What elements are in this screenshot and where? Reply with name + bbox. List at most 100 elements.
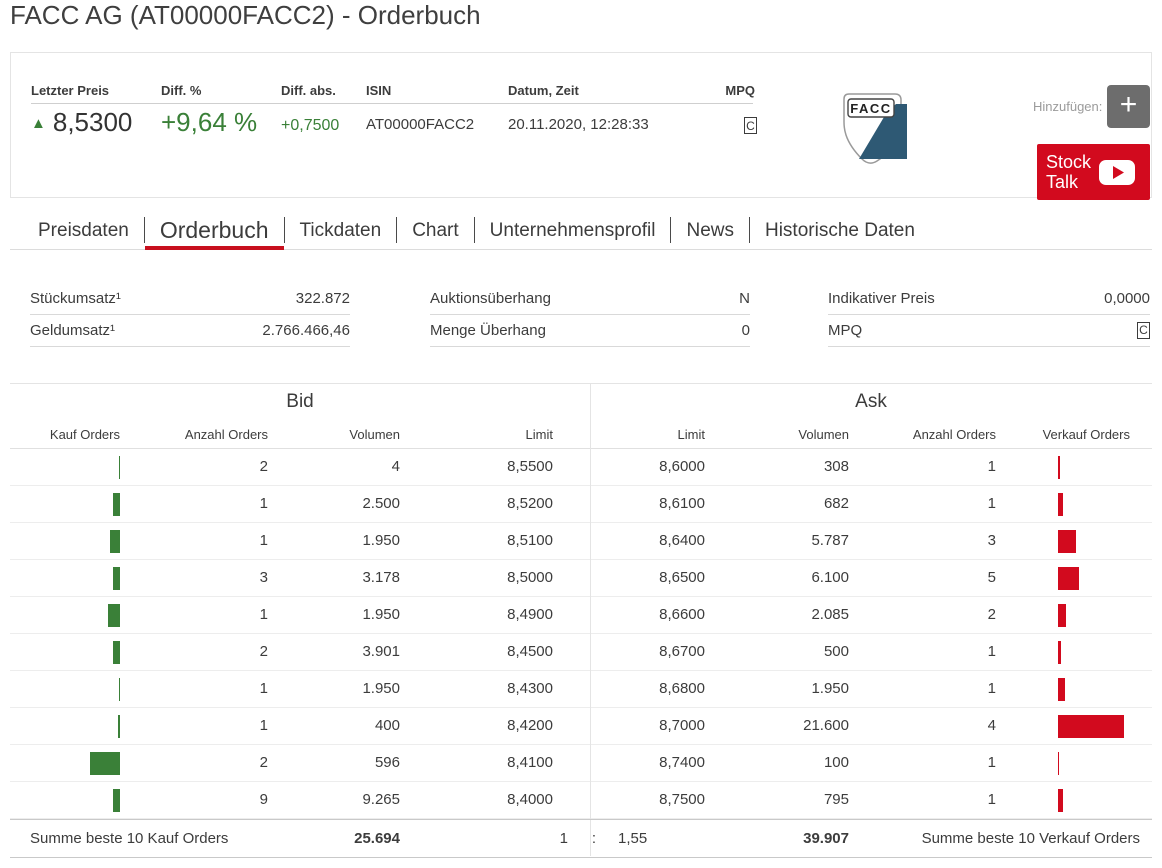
ask-volume-bar xyxy=(1058,567,1079,590)
bid-volumen: 3.178 xyxy=(268,560,400,596)
plus-icon: + xyxy=(1120,88,1138,121)
bid-side: 1 400 8,4200 xyxy=(10,708,590,744)
diff-abs-label: Diff. abs. xyxy=(281,83,336,98)
ask-anzahl-orders: 1 xyxy=(849,745,996,781)
ask-anzahl-orders: 1 xyxy=(849,782,996,818)
ask-side: 8,6500 6.100 5 xyxy=(590,560,1152,596)
stock-talk-button[interactable]: Stock Talk xyxy=(1037,144,1150,200)
ask-limit: 8,7400 xyxy=(590,745,705,781)
orderbook-rows: 2 4 8,5500 8,6000 308 1 1 2.500 8,5200 8… xyxy=(10,449,1152,819)
ask-volume-bar xyxy=(1058,789,1063,812)
bid-column-header-anzahl-orders: Anzahl Orders xyxy=(120,421,268,448)
bid-anzahl-orders: 2 xyxy=(120,745,268,781)
ask-bar-cell xyxy=(996,597,1152,633)
ask-anzahl-orders: 1 xyxy=(849,449,996,485)
diff-percent-value: +9,64 % xyxy=(161,107,257,138)
bid-limit: 8,4900 xyxy=(400,597,553,633)
ask-side: 8,6700 500 1 xyxy=(590,634,1152,670)
ratio-ask-value: 1,55 xyxy=(618,820,647,857)
bid-side: 3 3.178 8,5000 xyxy=(10,560,590,596)
bid-bar-cell xyxy=(10,782,120,818)
orderbook-row: 1 1.950 8,4900 8,6600 2.085 2 xyxy=(10,597,1152,634)
bid-side: 2 3.901 8,4500 xyxy=(10,634,590,670)
stock-talk-label: Stock Talk xyxy=(1046,152,1091,192)
tab-tickdaten[interactable]: Tickdaten xyxy=(285,220,397,249)
stats-section: Stückumsatz¹ 322.872 Geldumsatz¹ 2.766.4… xyxy=(30,283,1150,347)
ask-volume-bar xyxy=(1058,530,1076,553)
bid-volumen: 2.500 xyxy=(268,486,400,522)
tab-orderbuch[interactable]: Orderbuch xyxy=(145,217,284,249)
ask-volume-bar xyxy=(1058,456,1060,479)
bid-limit: 8,5000 xyxy=(400,560,553,596)
bid-limit: 8,4500 xyxy=(400,634,553,670)
ask-limit: 8,7500 xyxy=(590,782,705,818)
bid-bar-cell xyxy=(10,486,120,522)
bid-volume-bar xyxy=(110,530,120,553)
tab-preisdaten[interactable]: Preisdaten xyxy=(23,220,144,249)
ask-side: 8,7400 100 1 xyxy=(590,745,1152,781)
ask-side: 8,7500 795 1 xyxy=(590,782,1152,818)
bid-volume-bar xyxy=(108,604,120,627)
ask-limit: 8,6100 xyxy=(590,486,705,522)
ratio-separator: : xyxy=(588,820,600,857)
bid-side: 1 1.950 8,4300 xyxy=(10,671,590,707)
orderbook-row: 2 4 8,5500 8,6000 308 1 xyxy=(10,449,1152,486)
quote-header-divider xyxy=(31,103,753,104)
bid-volumen: 4 xyxy=(268,449,400,485)
ask-bar-cell xyxy=(996,782,1152,818)
ask-limit: 8,6000 xyxy=(590,449,705,485)
ask-volumen: 308 xyxy=(705,449,849,485)
bid-anzahl-orders: 2 xyxy=(120,634,268,670)
bid-side: 9 9.265 8,4000 xyxy=(10,782,590,818)
tab-historische-daten[interactable]: Historische Daten xyxy=(750,220,930,249)
bid-side: 2 596 8,4100 xyxy=(10,745,590,781)
facc-logo-text: FACC xyxy=(850,101,891,116)
ask-volume-bar xyxy=(1058,493,1063,516)
ask-total-value: 39.907 xyxy=(710,820,849,857)
isin-label: ISIN xyxy=(366,83,391,98)
bid-volumen: 400 xyxy=(268,708,400,744)
ask-limit: 8,6600 xyxy=(590,597,705,633)
orderbook-row: 3 3.178 8,5000 8,6500 6.100 5 xyxy=(10,560,1152,597)
orderbook-row: 1 1.950 8,4300 8,6800 1.950 1 xyxy=(10,671,1152,708)
bid-total-label: Summe beste 10 Kauf Orders xyxy=(30,820,228,857)
ratio-bid-value: 1 xyxy=(480,820,568,857)
page: FACC AG (AT00000FACC2) - Orderbuch Letzt… xyxy=(0,0,1162,868)
bid-side: 1 2.500 8,5200 xyxy=(10,486,590,522)
orderbook-row: 1 400 8,4200 8,7000 21.600 4 xyxy=(10,708,1152,745)
orderbook-row: 1 1.950 8,5100 8,6400 5.787 3 xyxy=(10,523,1152,560)
ask-side: 8,6000 308 1 xyxy=(590,449,1152,485)
quote-panel: Letzter Preis Diff. % Diff. abs. ISIN Da… xyxy=(10,52,1152,198)
add-button[interactable]: + xyxy=(1107,85,1150,128)
bid-anzahl-orders: 1 xyxy=(120,671,268,707)
orderbook-section-titles: Bid Ask xyxy=(10,384,1152,421)
bid-bar-cell xyxy=(10,634,120,670)
ask-limit: 8,6800 xyxy=(590,671,705,707)
facc-logo: FACC xyxy=(837,91,917,175)
bid-volumen: 9.265 xyxy=(268,782,400,818)
stat-stueckumsatz: Stückumsatz¹ 322.872 xyxy=(30,283,350,315)
tab-chart[interactable]: Chart xyxy=(397,220,473,249)
stat-geldumsatz: Geldumsatz¹ 2.766.466,46 xyxy=(30,315,350,347)
bid-anzahl-orders: 2 xyxy=(120,449,268,485)
bid-volume-bar xyxy=(90,752,120,775)
ask-volume-bar xyxy=(1058,641,1061,664)
bid-anzahl-orders: 1 xyxy=(120,597,268,633)
tab-news[interactable]: News xyxy=(671,220,749,249)
stat-indikativer-preis: Indikativer Preis 0,0000 xyxy=(828,283,1150,315)
tab-unternehmensprofil[interactable]: Unternehmensprofil xyxy=(475,220,671,249)
bid-bar-cell xyxy=(10,745,120,781)
ask-bar-cell xyxy=(996,671,1152,707)
ask-side: 8,6800 1.950 1 xyxy=(590,671,1152,707)
bid-limit: 8,4100 xyxy=(400,745,553,781)
bid-anzahl-orders: 3 xyxy=(120,560,268,596)
ask-volumen: 682 xyxy=(705,486,849,522)
ask-limit: 8,6500 xyxy=(590,560,705,596)
ask-anzahl-orders: 1 xyxy=(849,486,996,522)
bid-limit: 8,5100 xyxy=(400,523,553,559)
bid-side: 1 1.950 8,5100 xyxy=(10,523,590,559)
last-price-group: ▲8,5300 xyxy=(31,107,132,138)
mpq-flag: C xyxy=(1137,322,1150,339)
ask-section-title: Ask xyxy=(590,384,1152,421)
bid-section-title: Bid xyxy=(10,384,590,421)
